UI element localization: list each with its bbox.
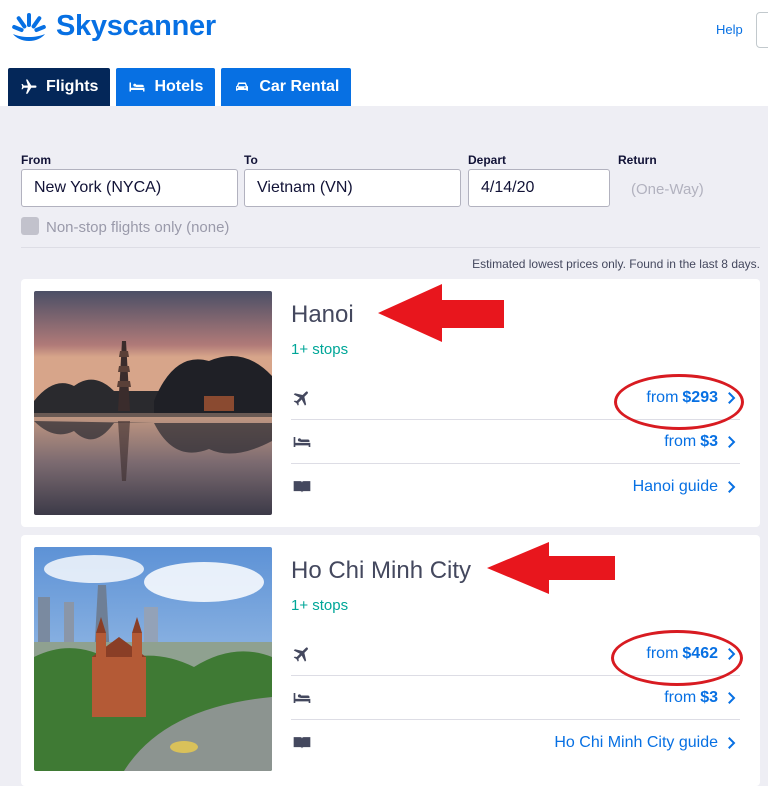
watermark: travel.kllvx.com xyxy=(652,770,728,782)
hotel-price-link[interactable]: from $3 xyxy=(664,689,740,707)
top-bar: Skyscanner Help Flights Hotels Car Renta… xyxy=(0,0,768,106)
annotation-circle xyxy=(614,374,744,430)
annotation-arrow-icon xyxy=(378,284,504,342)
book-icon xyxy=(293,480,311,493)
tab-car-rental[interactable]: Car Rental xyxy=(221,68,352,106)
price-prefix: from xyxy=(664,689,697,706)
from-field[interactable]: New York (NYCA) xyxy=(21,169,238,207)
search-panel: From New York (NYCA) To Vietnam (VN) Dep… xyxy=(0,106,768,278)
bed-icon xyxy=(293,437,311,447)
to-label: To xyxy=(244,153,258,167)
chevron-right-icon xyxy=(728,736,736,749)
from-value: New York (NYCA) xyxy=(34,179,162,196)
price-prefix: from xyxy=(664,433,697,450)
brand-name: Skyscanner xyxy=(56,10,216,42)
tab-hotels[interactable]: Hotels xyxy=(116,68,216,106)
to-value: Vietnam (VN) xyxy=(257,179,353,196)
return-label: Return xyxy=(618,153,657,167)
from-label: From xyxy=(21,153,51,167)
vertical-tabs: Flights Hotels Car Rental xyxy=(8,68,352,106)
city-name[interactable]: Ho Chi Minh City xyxy=(291,557,471,585)
depart-label: Depart xyxy=(468,153,507,167)
plane-icon xyxy=(293,647,308,662)
ho-chi-minh-city-photo xyxy=(34,547,272,771)
hotel-price-link[interactable]: from $3 xyxy=(664,433,740,451)
annotation-arrow-icon xyxy=(487,542,615,594)
hotel-price: $3 xyxy=(700,689,718,706)
hanoi-photo xyxy=(34,291,272,515)
divider xyxy=(21,247,760,248)
stops-label: 1+ stops xyxy=(291,341,349,358)
guide-label: Hanoi guide xyxy=(632,477,718,495)
tab-label: Car Rental xyxy=(259,78,340,95)
depart-field[interactable]: 4/14/20 xyxy=(468,169,610,207)
book-icon xyxy=(293,736,311,749)
tab-flights[interactable]: Flights xyxy=(8,68,111,106)
chevron-right-icon xyxy=(728,436,736,448)
help-link[interactable]: Help xyxy=(716,22,743,37)
chevron-right-icon xyxy=(728,480,736,493)
tab-label: Flights xyxy=(46,78,99,95)
plane-icon xyxy=(21,79,37,94)
plane-icon xyxy=(293,391,308,406)
stops-label: 1+ stops xyxy=(291,597,349,614)
guide-row[interactable]: Ho Chi Minh City guide xyxy=(291,721,740,764)
tab-label: Hotels xyxy=(154,78,204,95)
guide-label: Ho Chi Minh City guide xyxy=(554,733,718,751)
guide-link[interactable]: Hanoi guide xyxy=(633,478,740,496)
to-field[interactable]: Vietnam (VN) xyxy=(244,169,461,207)
city-name[interactable]: Hanoi xyxy=(291,301,354,329)
nonstop-label[interactable]: Non-stop flights only (none) xyxy=(46,219,229,236)
account-button[interactable] xyxy=(756,12,768,48)
bed-icon xyxy=(129,82,145,92)
chevron-right-icon xyxy=(728,692,736,704)
depart-value: 4/14/20 xyxy=(481,179,535,196)
return-field[interactable]: (One-Way) xyxy=(631,181,704,198)
hotel-price: $3 xyxy=(700,433,718,450)
guide-row[interactable]: Hanoi guide xyxy=(291,465,740,508)
sunrise-logo-icon xyxy=(12,12,46,41)
estimate-note: Estimated lowest prices only. Found in t… xyxy=(472,257,760,271)
guide-link[interactable]: Ho Chi Minh City guide xyxy=(554,734,740,752)
annotation-circle xyxy=(611,630,743,686)
car-icon xyxy=(236,82,249,91)
skyscanner-logo[interactable]: Skyscanner xyxy=(8,10,216,43)
bed-icon xyxy=(293,693,311,703)
nonstop-checkbox[interactable] xyxy=(21,217,39,235)
